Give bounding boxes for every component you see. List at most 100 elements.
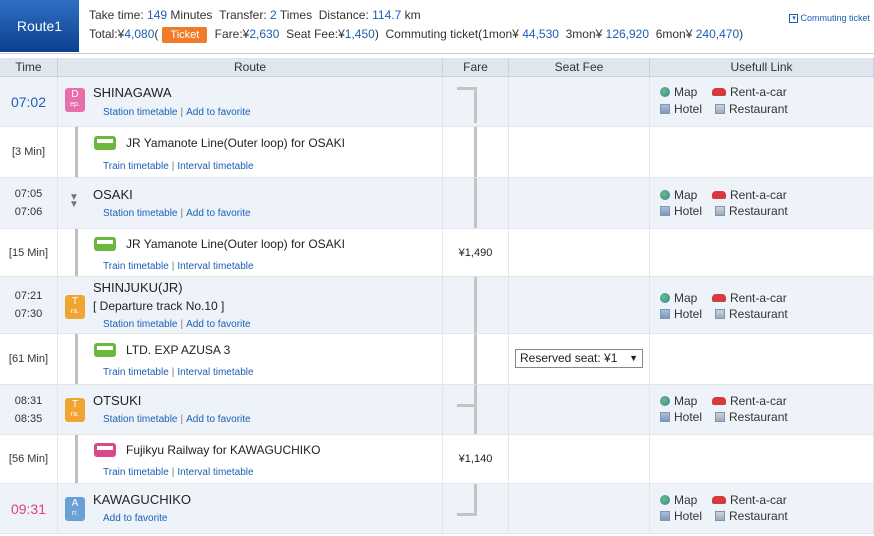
map-link[interactable]: Map	[660, 493, 697, 507]
badge-letter: D	[71, 89, 79, 100]
route-cell: JR Yamanote Line(Outer loop) for OSAKI T…	[58, 127, 443, 177]
fare-cell	[443, 77, 509, 126]
restaurant-link[interactable]: Restaurant	[715, 204, 788, 218]
hotel-link[interactable]: Hotel	[660, 307, 702, 321]
hotel-link[interactable]: Hotel	[660, 410, 702, 424]
move-row-2: [15 Min] JR Yamanote Line(Outer loop) fo…	[0, 229, 874, 277]
hotel-link[interactable]: Hotel	[660, 102, 702, 116]
chevron-down-icon: ▾	[789, 13, 799, 23]
fare-bracket	[457, 334, 477, 384]
interval-timetable-link[interactable]: Interval timetable	[177, 161, 253, 172]
restaurant-link[interactable]: Restaurant	[715, 102, 788, 116]
restaurant-link[interactable]: Restaurant	[715, 509, 788, 523]
minutes-label: Minutes	[170, 8, 213, 22]
map-link[interactable]: Map	[660, 85, 697, 99]
station-timetable-link[interactable]: Station timetable	[103, 414, 178, 425]
links-cell	[650, 334, 874, 384]
train-timetable-link[interactable]: Train timetable	[103, 161, 169, 172]
car-icon	[712, 496, 726, 504]
links-cell: Map Rent-a-car Hotel Restaurant	[650, 484, 874, 533]
add-favorite-link[interactable]: Add to favorite	[186, 208, 250, 219]
line-name[interactable]: JR Yamanote Line(Outer loop) for OSAKI	[126, 237, 345, 251]
route-tab[interactable]: Route1	[0, 0, 79, 52]
restaurant-icon	[715, 206, 725, 216]
separator: |	[171, 367, 175, 378]
line-sub-links: Train timetable | Interval timetable	[103, 367, 254, 378]
fare-cell	[443, 277, 509, 333]
line-name[interactable]: JR Yamanote Line(Outer loop) for OSAKI	[126, 136, 345, 150]
seat-select-value: Reserved seat: ¥1	[520, 351, 618, 365]
route-cell: Arr. KAWAGUCHIKO Add to favorite	[58, 484, 443, 533]
separator: |	[180, 208, 184, 219]
restaurant-label: Restaurant	[729, 204, 788, 218]
rent-label: Rent-a-car	[730, 291, 787, 305]
rent-a-car-link[interactable]: Rent-a-car	[712, 188, 787, 202]
interval-timetable-link[interactable]: Interval timetable	[177, 467, 253, 478]
take-time-label: Take time:	[89, 8, 144, 22]
station-sub-links: Station timetable | Add to favorite	[103, 107, 251, 118]
route-cell: Tra. SHINJUKU(JR) [ Departure track No.1…	[58, 277, 443, 333]
interval-timetable-link[interactable]: Interval timetable	[177, 367, 253, 378]
links-cell	[650, 127, 874, 177]
station-timetable-link[interactable]: Station timetable	[103, 208, 178, 219]
fare-bracket-end	[457, 385, 477, 407]
time-cell: 07:05 07:06	[0, 178, 58, 228]
header-fare: Fare	[443, 58, 509, 76]
rent-a-car-link[interactable]: Rent-a-car	[712, 291, 787, 305]
commuting-3mon-label: 3mon¥	[565, 27, 603, 41]
globe-icon	[660, 396, 670, 406]
commuting-6mon-value: 240,470	[695, 27, 740, 41]
restaurant-link[interactable]: Restaurant	[715, 307, 788, 321]
station-timetable-link[interactable]: Station timetable	[103, 319, 178, 330]
line-name[interactable]: LTD. EXP AZUSA 3	[126, 343, 230, 357]
hotel-label: Hotel	[674, 410, 703, 424]
seat-type-select[interactable]: Reserved seat: ¥1 ▼	[515, 349, 643, 368]
links-cell: Map Rent-a-car Hotel Restaurant	[650, 385, 874, 434]
restaurant-link[interactable]: Restaurant	[715, 410, 788, 424]
map-link[interactable]: Map	[660, 188, 697, 202]
add-favorite-link[interactable]: Add to favorite	[186, 319, 250, 330]
train-timetable-link[interactable]: Train timetable	[103, 261, 169, 272]
add-favorite-link[interactable]: Add to favorite	[186, 107, 250, 118]
station-timetable-link[interactable]: Station timetable	[103, 107, 178, 118]
hotel-link[interactable]: Hotel	[660, 509, 702, 523]
total-value: 4,080	[124, 27, 155, 41]
station-row-otsuki: 08:31 08:35 Tra. OTSUKI Station timetable…	[0, 385, 874, 435]
train-timetable-link[interactable]: Train timetable	[103, 367, 169, 378]
add-favorite-link[interactable]: Add to favorite	[103, 513, 167, 524]
map-link[interactable]: Map	[660, 291, 697, 305]
commuting-label: Commuting ticket(1mon¥	[385, 27, 519, 41]
map-link[interactable]: Map	[660, 394, 697, 408]
line-sub-links: Train timetable | Interval timetable	[103, 261, 254, 272]
interval-timetable-link[interactable]: Interval timetable	[177, 261, 253, 272]
commuting-close: )	[739, 27, 744, 41]
hotel-icon	[660, 412, 670, 422]
header-useful-link: Usefull Link	[650, 58, 874, 76]
links-cell	[650, 435, 874, 483]
hotel-label: Hotel	[674, 509, 703, 523]
add-favorite-link[interactable]: Add to favorite	[186, 414, 250, 425]
station-name[interactable]: OTSUKI	[93, 393, 141, 408]
rent-label: Rent-a-car	[730, 188, 787, 202]
station-name[interactable]: KAWAGUCHIKO	[93, 492, 191, 507]
ticket-button[interactable]: Ticket	[162, 27, 208, 43]
rent-a-car-link[interactable]: Rent-a-car	[712, 85, 787, 99]
rent-a-car-link[interactable]: Rent-a-car	[712, 394, 787, 408]
seat-cell	[509, 229, 650, 276]
map-label: Map	[674, 493, 698, 507]
departure-time: 07:02	[10, 93, 47, 110]
hotel-link[interactable]: Hotel	[660, 204, 702, 218]
train-timetable-link[interactable]: Train timetable	[103, 467, 169, 478]
fare-amount: ¥1,140	[458, 453, 493, 465]
commuting-ticket-link[interactable]: ▾ Commuting ticket	[789, 13, 870, 23]
station-row-shinjuku: 07:21 07:30 Tra. SHINJUKU(JR) [ Departure…	[0, 277, 874, 334]
table-header: Time Route Fare Seat Fee Usefull Link	[0, 58, 874, 77]
rent-a-car-link[interactable]: Rent-a-car	[712, 493, 787, 507]
station-name[interactable]: OSAKI	[93, 187, 133, 202]
route-summary: Route1 Take time: 149 Minutes Transfer: …	[0, 0, 874, 54]
duration: [56 Min]	[8, 453, 49, 465]
line-name[interactable]: Fujikyu Railway for KAWAGUCHIKO	[126, 443, 320, 457]
station-name[interactable]: SHINAGAWA	[93, 85, 172, 100]
badge-letter: T	[71, 296, 79, 307]
station-name[interactable]: SHINJUKU(JR)	[93, 280, 183, 295]
